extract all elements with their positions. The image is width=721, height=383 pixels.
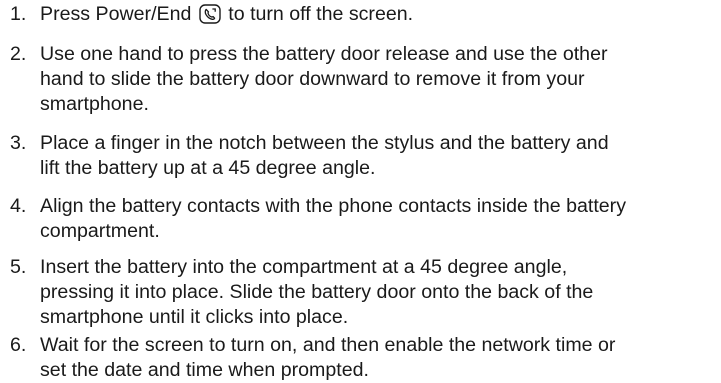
step-number: 3.	[10, 132, 27, 154]
step-text: Wait for the screen to turn on, and then…	[40, 334, 616, 381]
step-text: Press Power/End to turn off the screen.	[40, 2, 716, 27]
step-number: 1.	[10, 3, 27, 25]
page: { "steps": [ { "number": "1.", "text_bef…	[0, 0, 721, 381]
step-text: Insert the battery into the compartment …	[40, 256, 594, 328]
step-text: Place a finger in the notch between the …	[40, 132, 609, 179]
step-text: Align the battery contacts with the phon…	[40, 195, 626, 242]
step-text-after-icon: to turn off the screen.	[228, 3, 414, 25]
step-number: 2.	[10, 43, 27, 65]
step-text: Use one hand to press the battery door r…	[40, 43, 608, 115]
step-number: 6.	[10, 334, 27, 356]
step-text-before-icon: Press Power/End	[40, 3, 192, 25]
step-number: 5.	[10, 256, 27, 278]
step-number: 4.	[10, 195, 27, 217]
power-end-key-icon	[199, 4, 221, 24]
